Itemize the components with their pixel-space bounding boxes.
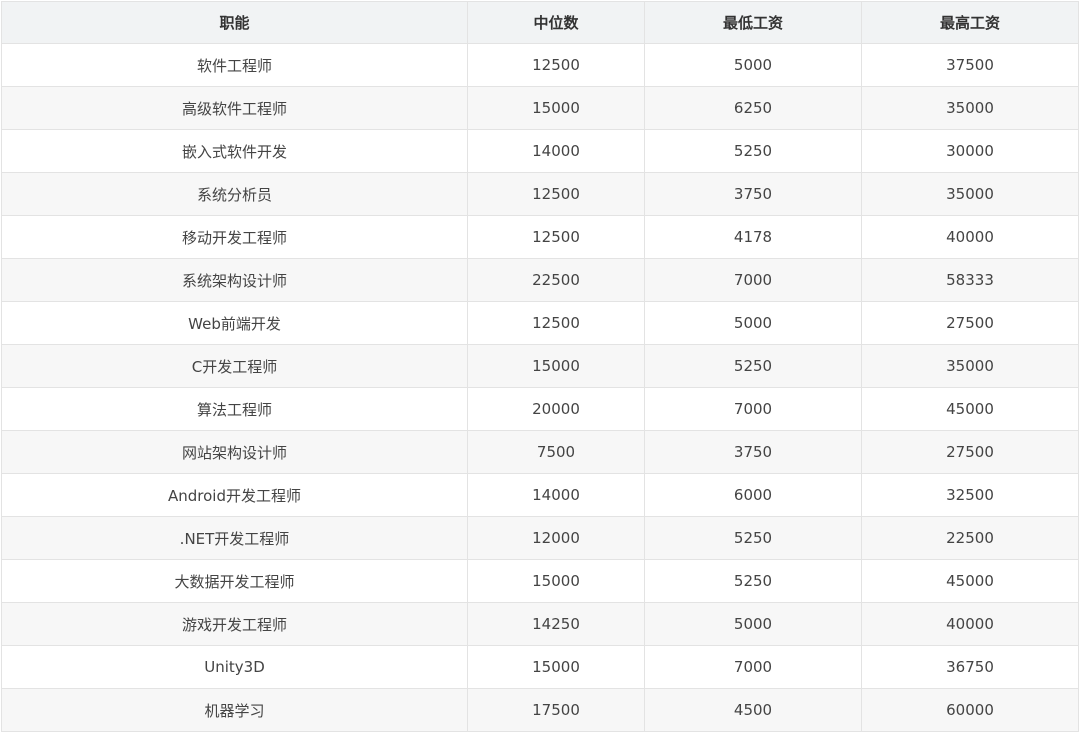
header-cell-role: 职能: [1, 1, 468, 44]
table-row: Android开发工程师 14000 6000 32500: [1, 473, 1079, 517]
table-row: 移动开发工程师 12500 4178 40000: [1, 215, 1079, 259]
table-row: C开发工程师 15000 5250 35000: [1, 344, 1079, 388]
table-row: 大数据开发工程师 15000 5250 45000: [1, 559, 1079, 603]
cell-max-salary: 37500: [861, 43, 1079, 87]
cell-max-salary: 32500: [861, 473, 1079, 517]
cell-max-salary: 35000: [861, 344, 1079, 388]
cell-role: 软件工程师: [1, 43, 468, 87]
cell-median: 15000: [467, 645, 645, 689]
cell-min-salary: 3750: [644, 430, 862, 474]
cell-min-salary: 4178: [644, 215, 862, 259]
table-row: .NET开发工程师 12000 5250 22500: [1, 516, 1079, 560]
cell-max-salary: 40000: [861, 215, 1079, 259]
cell-min-salary: 7000: [644, 387, 862, 431]
cell-median: 12500: [467, 301, 645, 345]
cell-max-salary: 30000: [861, 129, 1079, 173]
cell-median: 12500: [467, 215, 645, 259]
table-row: 算法工程师 20000 7000 45000: [1, 387, 1079, 431]
cell-role: 大数据开发工程师: [1, 559, 468, 603]
cell-min-salary: 5250: [644, 516, 862, 560]
table-body: 软件工程师 12500 5000 37500 高级软件工程师 15000 625…: [1, 43, 1079, 732]
header-row: 职能 中位数 最低工资 最高工资: [1, 1, 1079, 44]
cell-min-salary: 7000: [644, 645, 862, 689]
header-cell-median: 中位数: [467, 1, 645, 44]
header-cell-max-salary: 最高工资: [861, 1, 1079, 44]
table-row: 系统分析员 12500 3750 35000: [1, 172, 1079, 216]
table-row: Unity3D 15000 7000 36750: [1, 645, 1079, 689]
cell-role: Unity3D: [1, 645, 468, 689]
cell-median: 12000: [467, 516, 645, 560]
cell-role: .NET开发工程师: [1, 516, 468, 560]
cell-min-salary: 5000: [644, 301, 862, 345]
cell-role: 机器学习: [1, 688, 468, 732]
cell-max-salary: 22500: [861, 516, 1079, 560]
table-row: 嵌入式软件开发 14000 5250 30000: [1, 129, 1079, 173]
cell-median: 15000: [467, 86, 645, 130]
cell-min-salary: 5250: [644, 344, 862, 388]
cell-max-salary: 45000: [861, 387, 1079, 431]
cell-max-salary: 40000: [861, 602, 1079, 646]
table-row: 软件工程师 12500 5000 37500: [1, 43, 1079, 87]
cell-role: Web前端开发: [1, 301, 468, 345]
cell-median: 14000: [467, 129, 645, 173]
cell-min-salary: 5000: [644, 43, 862, 87]
cell-role: 高级软件工程师: [1, 86, 468, 130]
cell-role: 嵌入式软件开发: [1, 129, 468, 173]
cell-max-salary: 27500: [861, 301, 1079, 345]
cell-max-salary: 45000: [861, 559, 1079, 603]
cell-min-salary: 5000: [644, 602, 862, 646]
cell-role: 网站架构设计师: [1, 430, 468, 474]
cell-role: 移动开发工程师: [1, 215, 468, 259]
cell-role: 系统架构设计师: [1, 258, 468, 302]
cell-role: 游戏开发工程师: [1, 602, 468, 646]
cell-min-salary: 5250: [644, 129, 862, 173]
cell-median: 20000: [467, 387, 645, 431]
cell-role: 系统分析员: [1, 172, 468, 216]
table-row: 机器学习 17500 4500 60000: [1, 688, 1079, 732]
cell-role: Android开发工程师: [1, 473, 468, 517]
table-header: 职能 中位数 最低工资 最高工资: [1, 1, 1079, 44]
salary-table: 职能 中位数 最低工资 最高工资 软件工程师 12500 5000 37500 …: [1, 1, 1079, 732]
cell-max-salary: 35000: [861, 172, 1079, 216]
cell-max-salary: 58333: [861, 258, 1079, 302]
cell-median: 12500: [467, 172, 645, 216]
cell-median: 22500: [467, 258, 645, 302]
cell-median: 7500: [467, 430, 645, 474]
table-row: 高级软件工程师 15000 6250 35000: [1, 86, 1079, 130]
cell-median: 14250: [467, 602, 645, 646]
cell-min-salary: 6000: [644, 473, 862, 517]
cell-min-salary: 6250: [644, 86, 862, 130]
cell-median: 15000: [467, 344, 645, 388]
cell-role: C开发工程师: [1, 344, 468, 388]
cell-median: 17500: [467, 688, 645, 732]
salary-table-container: 职能 中位数 最低工资 最高工资 软件工程师 12500 5000 37500 …: [0, 0, 1080, 732]
table-row: Web前端开发 12500 5000 27500: [1, 301, 1079, 345]
cell-role: 算法工程师: [1, 387, 468, 431]
cell-median: 14000: [467, 473, 645, 517]
cell-max-salary: 36750: [861, 645, 1079, 689]
table-row: 游戏开发工程师 14250 5000 40000: [1, 602, 1079, 646]
table-row: 系统架构设计师 22500 7000 58333: [1, 258, 1079, 302]
cell-median: 12500: [467, 43, 645, 87]
cell-median: 15000: [467, 559, 645, 603]
cell-min-salary: 7000: [644, 258, 862, 302]
cell-max-salary: 60000: [861, 688, 1079, 732]
cell-max-salary: 35000: [861, 86, 1079, 130]
cell-max-salary: 27500: [861, 430, 1079, 474]
cell-min-salary: 4500: [644, 688, 862, 732]
cell-min-salary: 3750: [644, 172, 862, 216]
cell-min-salary: 5250: [644, 559, 862, 603]
table-row: 网站架构设计师 7500 3750 27500: [1, 430, 1079, 474]
header-cell-min-salary: 最低工资: [644, 1, 862, 44]
